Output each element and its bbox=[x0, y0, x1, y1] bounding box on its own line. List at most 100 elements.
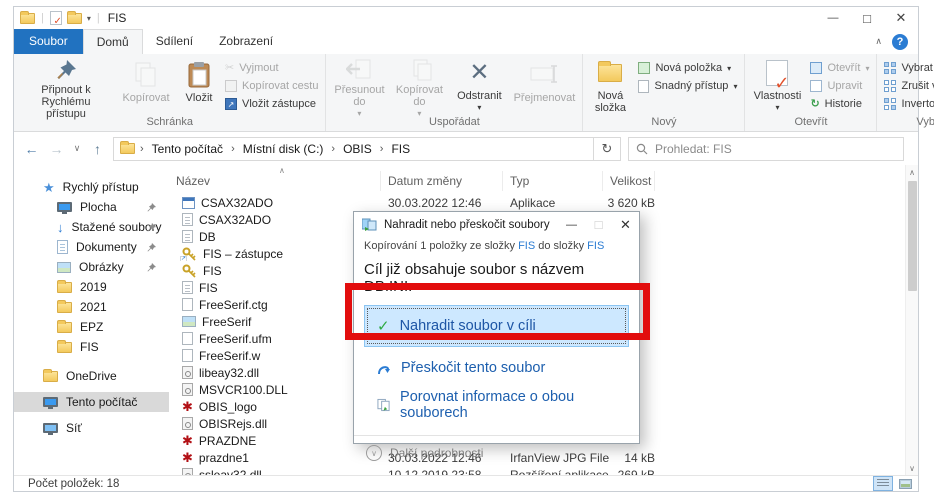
breadcrumb-fis[interactable]: FIS bbox=[388, 142, 413, 156]
dialog-minimize-button[interactable]: — bbox=[558, 212, 585, 237]
copy-files-icon bbox=[362, 218, 377, 231]
group-label-organize: Uspořádat bbox=[329, 115, 579, 131]
sidebar-item-documents[interactable]: Dokumenty bbox=[14, 237, 169, 257]
delete-button[interactable]: ✕ Odstranit ▾ bbox=[449, 54, 509, 114]
details-view-icon bbox=[877, 479, 889, 488]
invert-selection-button[interactable]: Invertovat výběr bbox=[880, 95, 934, 113]
minimize-button[interactable]: — bbox=[816, 7, 850, 29]
ribbon: Připnout k Rychlému přístupu Kopírovat V… bbox=[14, 54, 918, 132]
edit-button[interactable]: Upravit bbox=[806, 77, 873, 95]
vertical-scrollbar[interactable]: ∧ ∨ bbox=[905, 165, 918, 475]
dialog-close-button[interactable]: ✕ bbox=[612, 212, 639, 237]
column-header-name[interactable]: Název bbox=[169, 171, 381, 191]
skip-file-option[interactable]: Přeskočit tento soubor bbox=[377, 360, 629, 376]
rename-button[interactable]: Přejmenovat bbox=[509, 54, 579, 114]
tab-domu[interactable]: Domů bbox=[83, 29, 143, 54]
back-button[interactable]: ← bbox=[19, 137, 44, 161]
properties-button[interactable]: Vlastnosti ▾ bbox=[748, 54, 806, 114]
sidebar-item-this-pc[interactable]: Tento počítač bbox=[14, 392, 169, 412]
paste-button[interactable]: Vložit bbox=[177, 54, 221, 114]
irfanview-file-icon: ✱ bbox=[182, 400, 193, 413]
select-none-button[interactable]: Zrušit výběr bbox=[880, 77, 934, 95]
pin-to-quick-access-button[interactable]: Připnout k Rychlému přístupu bbox=[17, 54, 115, 114]
dialog-copy-line: Kopírování 1 položky ze složky FIS do sl… bbox=[354, 237, 639, 252]
column-header-size[interactable]: Velikost bbox=[603, 171, 655, 191]
sort-ascending-icon: ∧ bbox=[279, 166, 285, 175]
copy-button[interactable]: Kopírovat bbox=[115, 54, 177, 114]
navigation-pane: ★ Rychlý přístup Plocha ↓ Stažené soubor… bbox=[14, 165, 169, 475]
sidebar-item-network[interactable]: Síť bbox=[14, 418, 169, 438]
ribbon-group-new: Nová složka Nová položka ▾ Snadný přístu… bbox=[583, 54, 745, 131]
table-row[interactable]: CSAX32ADO 30.03.2022 12:46Aplikace3 620 … bbox=[169, 194, 905, 211]
paste-shortcut-button[interactable]: ↗ Vložit zástupce bbox=[221, 95, 322, 113]
collapse-ribbon-icon[interactable]: ∧ bbox=[875, 36, 882, 47]
easy-access-button[interactable]: Snadný přístup ▾ bbox=[634, 77, 741, 95]
ribbon-tabs: Soubor Domů Sdílení Zobrazení ∧ ? bbox=[14, 29, 918, 54]
sidebar-item-2021[interactable]: 2021 bbox=[14, 297, 169, 317]
copy-to-button[interactable]: Kopírovat do ▾ bbox=[389, 54, 449, 114]
forward-button[interactable]: → bbox=[44, 137, 69, 161]
tab-soubor[interactable]: Soubor bbox=[14, 29, 83, 54]
key-icon bbox=[182, 264, 197, 278]
sidebar-item-downloads[interactable]: ↓ Stažené soubory bbox=[14, 217, 169, 237]
paste-shortcut-icon: ↗ bbox=[225, 98, 237, 110]
copy-path-button[interactable]: Kopírovat cestu bbox=[221, 77, 322, 95]
search-input[interactable]: Prohledat: FIS bbox=[628, 137, 904, 161]
properties-qat-icon[interactable] bbox=[50, 11, 62, 25]
breadcrumb-this-pc[interactable]: Tento počítač bbox=[149, 142, 226, 156]
up-button[interactable]: ↑ bbox=[85, 137, 110, 161]
search-icon bbox=[636, 143, 648, 155]
new-folder-button[interactable]: Nová složka bbox=[586, 54, 634, 114]
explorer-window: | ▾ | FIS — □ ✕ Soubor Domů Sdílení Zobr… bbox=[13, 6, 919, 492]
paste-icon bbox=[188, 58, 210, 90]
column-header-date[interactable]: Datum změny bbox=[381, 171, 503, 191]
copy-icon bbox=[134, 58, 158, 90]
target-folder-link[interactable]: FIS bbox=[587, 240, 604, 252]
details-view-button[interactable] bbox=[873, 476, 893, 491]
column-header-type[interactable]: Typ bbox=[503, 171, 603, 191]
sidebar-item-quick-access[interactable]: ★ Rychlý přístup bbox=[14, 177, 169, 197]
invert-selection-icon bbox=[884, 98, 896, 110]
ribbon-group-organize: Přesunout do ▾ Kopírovat do ▾ ✕ Odstrani… bbox=[326, 54, 583, 131]
network-icon bbox=[43, 423, 58, 433]
maximize-button[interactable]: □ bbox=[850, 7, 884, 29]
tab-sdileni[interactable]: Sdílení bbox=[143, 29, 206, 54]
sidebar-item-desktop[interactable]: Plocha bbox=[14, 197, 169, 217]
compare-files-option[interactable]: Porovnat informace o obou souborech bbox=[377, 389, 629, 421]
scroll-down-icon[interactable]: ∨ bbox=[906, 461, 918, 475]
tab-zobrazeni[interactable]: Zobrazení bbox=[206, 29, 286, 54]
dll-file-icon bbox=[182, 366, 193, 379]
text-file-icon bbox=[182, 281, 193, 294]
new-folder-qat-icon[interactable] bbox=[67, 13, 82, 24]
more-details-toggle[interactable]: ∨ Další podrobnosti bbox=[354, 436, 639, 470]
cut-button[interactable]: ✂ Vyjmout bbox=[221, 59, 322, 77]
refresh-button[interactable]: ↻ bbox=[594, 137, 621, 161]
close-button[interactable]: ✕ bbox=[884, 7, 918, 29]
breadcrumb-local-disk[interactable]: Místní disk (C:) bbox=[240, 142, 327, 156]
search-placeholder: Prohledat: FIS bbox=[655, 142, 732, 156]
move-to-button[interactable]: Přesunout do ▾ bbox=[329, 54, 389, 114]
sidebar-item-fis[interactable]: FIS bbox=[14, 337, 169, 357]
scrollbar-thumb[interactable] bbox=[908, 181, 917, 291]
sidebar-item-pictures[interactable]: Obrázky bbox=[14, 257, 169, 277]
sidebar-item-2019[interactable]: 2019 bbox=[14, 277, 169, 297]
qat-dropdown-icon[interactable]: ▾ bbox=[87, 14, 91, 23]
scroll-up-icon[interactable]: ∧ bbox=[906, 165, 918, 179]
breadcrumb[interactable]: › Tento počítač › Místní disk (C:) › OBI… bbox=[113, 137, 594, 161]
thumbnails-view-button[interactable] bbox=[895, 476, 915, 491]
breadcrumb-obis[interactable]: OBIS bbox=[340, 142, 375, 156]
history-button[interactable]: ↻ Historie bbox=[806, 95, 873, 113]
open-button[interactable]: Otevřít ▾ bbox=[806, 59, 873, 77]
sidebar-item-epz[interactable]: EPZ bbox=[14, 317, 169, 337]
quick-access-toolbar: | ▾ | FIS bbox=[20, 11, 126, 25]
source-folder-link[interactable]: FIS bbox=[518, 240, 535, 252]
recent-locations-icon[interactable]: ∨ bbox=[69, 137, 85, 161]
folder-icon bbox=[57, 282, 72, 293]
help-icon[interactable]: ? bbox=[892, 34, 908, 50]
dialog-maximize-button: □ bbox=[585, 212, 612, 237]
sidebar-item-onedrive[interactable]: OneDrive bbox=[14, 366, 169, 386]
skip-arrow-icon bbox=[377, 362, 391, 375]
new-item-button[interactable]: Nová položka ▾ bbox=[634, 59, 741, 77]
select-all-button[interactable]: Vybrat vše bbox=[880, 59, 934, 77]
folder-icon bbox=[20, 13, 35, 24]
